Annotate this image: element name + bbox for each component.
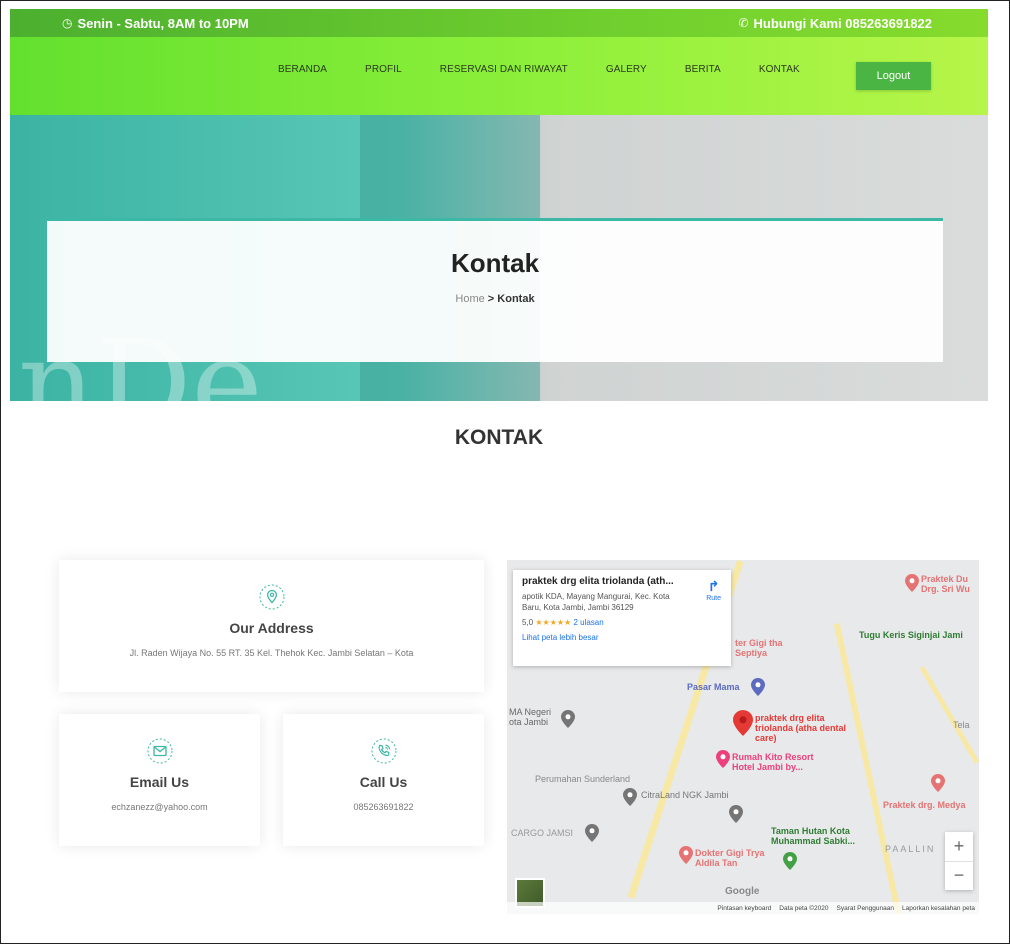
rating-stars: ★★★★★ <box>535 618 572 627</box>
email-text[interactable]: echzanezz@yahoo.com <box>59 802 260 812</box>
map-label-paallin: PAALLIN <box>885 844 936 854</box>
email-card: Email Us echzanezz@yahoo.com <box>59 714 260 846</box>
map-pin-icon[interactable] <box>931 774 945 797</box>
map-label-perumahan: Perumahan Sunderland <box>535 774 631 784</box>
map-pin-icon[interactable] <box>716 750 730 773</box>
zoom-out-button[interactable]: − <box>945 860 973 891</box>
nav-item-beranda[interactable]: BERANDA <box>278 64 327 75</box>
nav-item-berita[interactable]: BERITA <box>685 64 721 75</box>
map-pin-icon <box>59 584 484 610</box>
nav-item-galery[interactable]: GALERY <box>606 64 647 75</box>
map-label-dokter-gigi: Dokter Gigi Trya Aldila Tan <box>695 848 765 868</box>
page-title-card: Kontak Home > Kontak <box>47 218 943 362</box>
map-label-gigi-septiya: ter Gigi tha Septiya <box>735 638 783 658</box>
map-pin-icon[interactable] <box>585 824 599 847</box>
zoom-in-button[interactable]: + <box>945 832 973 861</box>
map-label-cargo: CARGO JAMSI <box>511 828 574 838</box>
map-road <box>833 622 907 914</box>
map-label-praktek-medya: Praktek drg. Medya <box>883 800 966 810</box>
breadcrumb-separator: > <box>484 293 498 305</box>
larger-map-link[interactable]: Lihat peta lebih besar <box>522 633 722 642</box>
map-zoom-controls: + − <box>945 832 973 890</box>
map-footer-data: Data peta ©2020 <box>779 904 829 912</box>
route-label: Rute <box>706 595 721 602</box>
map-road <box>919 666 979 764</box>
contact-phone: ✆ Hubungi Kami 085263691822 <box>738 16 932 31</box>
map-pin-icon[interactable] <box>751 678 765 701</box>
map-label-tela: Tela <box>953 720 970 730</box>
map-place-popup: praktek drg elita triolanda (ath... apot… <box>513 570 731 666</box>
address-card: Our Address Jl. Raden Wijaya No. 55 RT. … <box>59 560 484 692</box>
main-location-pin-icon[interactable] <box>733 710 753 741</box>
phone-title: Call Us <box>359 774 408 790</box>
google-map-embed[interactable]: praktek drg elita triolanda (ath... apot… <box>507 560 979 914</box>
opening-hours: ◷ Senin - Sabtu, 8AM to 10PM <box>62 16 249 31</box>
contact-phone-text: Hubungi Kami 085263691822 <box>753 15 932 31</box>
phone-text[interactable]: 085263691822 <box>283 802 484 812</box>
top-info-bar: ◷ Senin - Sabtu, 8AM to 10PM ✆ Hubungi K… <box>10 9 988 37</box>
opening-hours-text: Senin - Sabtu, 8AM to 10PM <box>77 15 249 31</box>
map-pin-icon[interactable] <box>905 574 919 597</box>
nav-item-profil[interactable]: PROFIL <box>365 64 402 75</box>
map-pin-icon[interactable] <box>783 852 797 875</box>
map-pin-icon[interactable] <box>623 788 637 811</box>
section-title: KONTAK <box>454 426 544 449</box>
directions-icon: ↱ <box>707 578 720 594</box>
envelope-icon <box>59 738 260 764</box>
phone-icon: ✆ <box>738 16 749 30</box>
map-pin-icon[interactable] <box>679 846 693 869</box>
main-navbar: BERANDA PROFIL RESERVASI DAN RIWAYAT GAL… <box>10 37 988 115</box>
phone-card: Call Us 085263691822 <box>283 714 484 846</box>
nav-links: BERANDA PROFIL RESERVASI DAN RIWAYAT GAL… <box>278 64 838 75</box>
rating-value: 5,0 <box>522 618 534 627</box>
breadcrumb-current: Kontak <box>497 293 535 305</box>
phone-call-icon <box>283 738 484 764</box>
hero-banner: nDe Kontak Home > Kontak <box>10 115 988 401</box>
reviews-link[interactable]: 2 ulasan <box>573 618 603 627</box>
map-label-rumah-kito: Rumah Kito Resort Hotel Jambi by... <box>732 752 814 772</box>
map-label-ma-negeri: MA Negeri ota Jambi <box>509 707 552 727</box>
map-label-tugu: Tugu Keris Siginjai Jami <box>859 630 963 640</box>
google-logo: Google <box>725 886 760 897</box>
clock-icon: ◷ <box>62 16 73 30</box>
page-title: Kontak <box>450 248 540 278</box>
address-title: Our Address <box>229 620 314 636</box>
map-pin-icon[interactable] <box>561 710 575 733</box>
popup-rating: 5,0 ★★★★★ 2 ulasan <box>522 618 722 627</box>
popup-title: praktek drg elita triolanda (ath... <box>522 576 674 587</box>
map-label-main-pin: praktek drg elita triolanda (atha dental… <box>755 713 847 743</box>
email-title: Email Us <box>129 774 190 790</box>
nav-item-reservasi[interactable]: RESERVASI DAN RIWAYAT <box>440 64 568 75</box>
map-label-pasar-mama: Pasar Mama <box>687 682 740 692</box>
map-label-praktek-du: Praktek Du Drg. Sri Wu <box>921 574 970 594</box>
breadcrumb: Home > Kontak <box>47 293 943 305</box>
breadcrumb-home[interactable]: Home <box>455 293 484 305</box>
map-footer-terms[interactable]: Syarat Penggunaan <box>837 905 894 912</box>
map-label-taman: Taman Hutan Kota Muhammad Sabki... <box>771 826 856 846</box>
map-pin-icon[interactable] <box>729 805 743 828</box>
popup-address: apotik KDA, Mayang Mangurai, Kec. Kota B… <box>522 592 670 612</box>
map-label-citraland: CitraLand NGK Jambi <box>641 790 729 800</box>
nav-item-kontak[interactable]: KONTAK <box>759 64 800 75</box>
route-button[interactable]: ↱ Rute <box>706 578 721 602</box>
map-footer-report[interactable]: Laporkan kesalahan peta <box>902 905 975 912</box>
address-text: Jl. Raden Wijaya No. 55 RT. 35 Kel. Theh… <box>129 648 414 658</box>
logout-button[interactable]: Logout <box>856 62 931 90</box>
map-footer-shortcuts[interactable]: Pintasan keyboard <box>717 905 771 912</box>
map-footer: Pintasan keyboard Data peta ©2020 Syarat… <box>507 902 979 914</box>
